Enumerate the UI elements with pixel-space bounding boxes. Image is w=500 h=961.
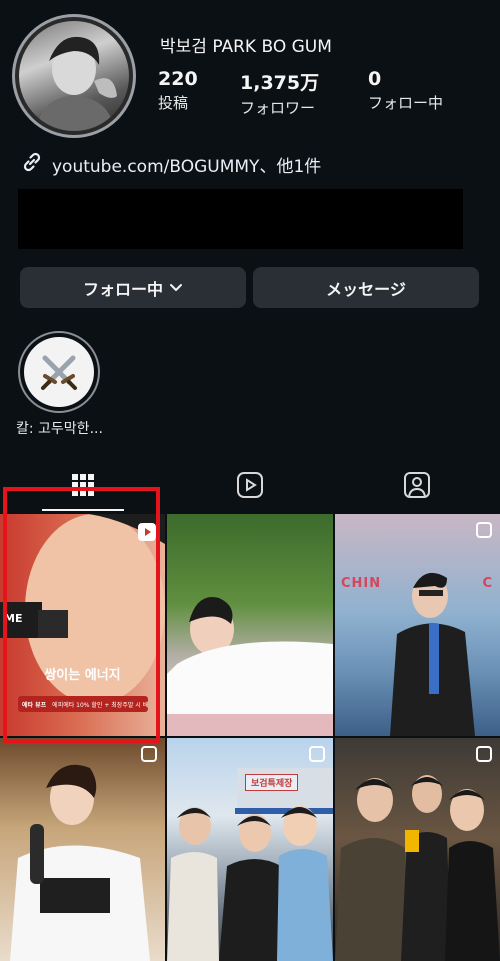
stat-followers[interactable]: 1,375万 フォロワー bbox=[240, 68, 319, 118]
avatar-photo bbox=[19, 21, 129, 131]
bio-redacted-block bbox=[18, 189, 463, 249]
carousel-icon bbox=[476, 746, 492, 762]
story-highlight-label: 칼: 고두막한... bbox=[16, 421, 103, 437]
reels-icon bbox=[236, 471, 264, 503]
tab-tagged[interactable] bbox=[376, 462, 458, 512]
profile-username: 박보검 PARK BO GUM bbox=[160, 37, 332, 57]
chevron-down-icon bbox=[169, 283, 183, 293]
following-button[interactable]: フォロー中 bbox=[20, 267, 246, 308]
stat-following[interactable]: 0 フォロー中 bbox=[368, 68, 443, 113]
profile-link-text: youtube.com/BOGUMMY、他1件 bbox=[52, 157, 322, 177]
sign-text-right: C bbox=[482, 576, 492, 591]
link-icon bbox=[20, 150, 44, 179]
message-button-label: メッセージ bbox=[326, 279, 406, 299]
store-sign: 보검특제장 bbox=[245, 774, 299, 791]
stat-posts-count: 220 bbox=[158, 68, 198, 90]
profile-link[interactable]: youtube.com/BOGUMMY、他1件 bbox=[20, 150, 321, 179]
stat-posts-label: 投稿 bbox=[158, 94, 189, 112]
carousel-icon bbox=[141, 746, 157, 762]
post-tile-2[interactable] bbox=[167, 514, 333, 736]
profile-avatar[interactable] bbox=[12, 14, 136, 138]
following-button-label: フォロー中 bbox=[82, 279, 163, 299]
stat-posts[interactable]: 220 投稿 bbox=[158, 68, 198, 113]
highlight-annotation-box bbox=[3, 487, 160, 743]
tagged-person-icon bbox=[403, 471, 431, 503]
stat-followers-count: 1,375万 bbox=[240, 72, 320, 94]
carousel-icon bbox=[309, 746, 325, 762]
post-tile-3[interactable]: CHIN C bbox=[335, 514, 500, 736]
carousel-icon bbox=[476, 522, 492, 538]
stat-followers-label: フォロワー bbox=[240, 99, 316, 117]
message-button[interactable]: メッセージ bbox=[253, 267, 479, 308]
post-tile-5[interactable]: 보검특제장 bbox=[167, 738, 333, 961]
stat-following-label: フォロー中 bbox=[368, 94, 444, 112]
post-tile-4[interactable] bbox=[0, 738, 165, 961]
stat-following-count: 0 bbox=[368, 68, 382, 90]
post-tile-6[interactable] bbox=[335, 738, 500, 961]
sign-text-left: CHIN bbox=[341, 576, 382, 591]
tab-reels[interactable] bbox=[209, 462, 291, 512]
crossed-swords-icon bbox=[24, 337, 94, 407]
story-highlight[interactable] bbox=[18, 331, 100, 413]
